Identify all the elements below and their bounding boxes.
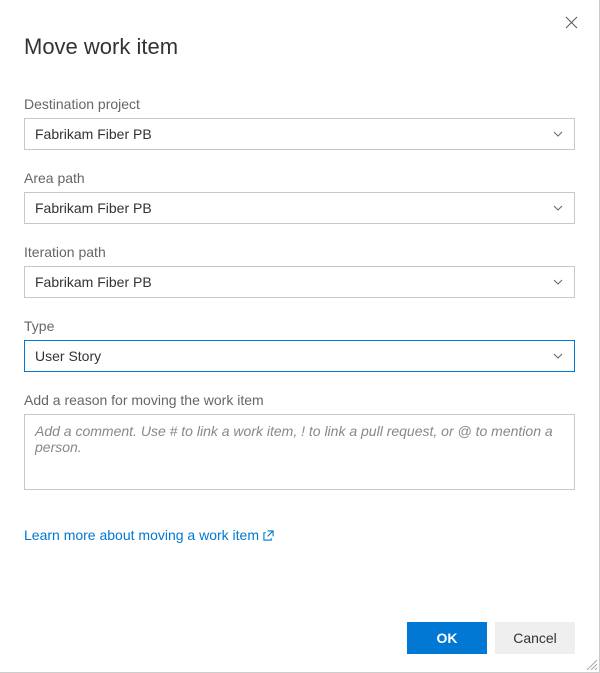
destination-project-field: Destination project Fabrikam Fiber PB xyxy=(24,96,575,150)
chevron-down-icon xyxy=(552,276,564,288)
reason-label: Add a reason for moving the work item xyxy=(24,392,575,408)
destination-project-value: Fabrikam Fiber PB xyxy=(35,126,552,142)
iteration-path-label: Iteration path xyxy=(24,244,575,260)
move-work-item-dialog: Move work item Destination project Fabri… xyxy=(0,0,599,672)
dialog-title: Move work item xyxy=(24,34,575,60)
cancel-button[interactable]: Cancel xyxy=(495,622,575,654)
type-field: Type User Story xyxy=(24,318,575,372)
close-button[interactable] xyxy=(559,10,583,34)
type-label: Type xyxy=(24,318,575,334)
area-path-label: Area path xyxy=(24,170,575,186)
chevron-down-icon xyxy=(552,128,564,140)
area-path-select[interactable]: Fabrikam Fiber PB xyxy=(24,192,575,224)
reason-textarea[interactable] xyxy=(24,414,575,490)
type-value: User Story xyxy=(35,348,552,364)
destination-project-select[interactable]: Fabrikam Fiber PB xyxy=(24,118,575,150)
close-icon xyxy=(565,16,578,29)
external-link-icon xyxy=(263,530,274,541)
dialog-button-row: OK Cancel xyxy=(24,622,575,654)
iteration-path-value: Fabrikam Fiber PB xyxy=(35,274,552,290)
ok-button[interactable]: OK xyxy=(407,622,487,654)
type-select[interactable]: User Story xyxy=(24,340,575,372)
iteration-path-select[interactable]: Fabrikam Fiber PB xyxy=(24,266,575,298)
learn-more-text: Learn more about moving a work item xyxy=(24,527,259,543)
area-path-value: Fabrikam Fiber PB xyxy=(35,200,552,216)
resize-grip-icon[interactable] xyxy=(585,658,597,670)
reason-field: Add a reason for moving the work item xyxy=(24,392,575,493)
learn-more-link[interactable]: Learn more about moving a work item xyxy=(24,527,575,543)
iteration-path-field: Iteration path Fabrikam Fiber PB xyxy=(24,244,575,298)
area-path-field: Area path Fabrikam Fiber PB xyxy=(24,170,575,224)
destination-project-label: Destination project xyxy=(24,96,575,112)
chevron-down-icon xyxy=(552,202,564,214)
chevron-down-icon xyxy=(552,350,564,362)
